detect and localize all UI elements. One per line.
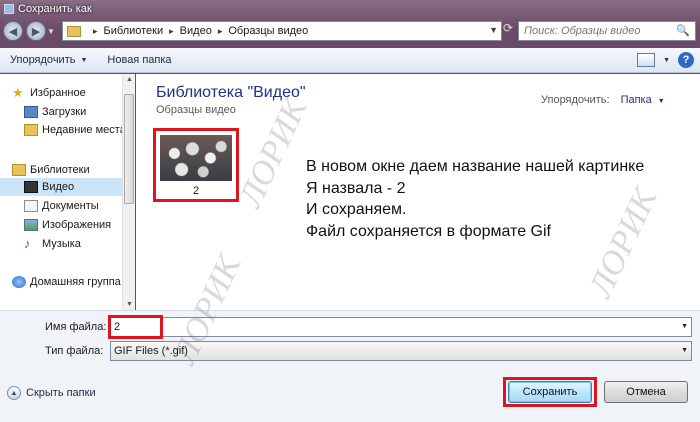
scroll-up-icon[interactable]: ▲ [126, 76, 133, 83]
highlight-box [108, 315, 163, 339]
chevron-down-icon[interactable]: ▼ [681, 347, 688, 354]
homegroup-icon [12, 276, 26, 288]
address-dropdown-icon[interactable]: ▼ [489, 25, 498, 35]
file-item-label: 2 [192, 185, 200, 197]
forward-button[interactable]: ▶ [26, 21, 46, 41]
history-dropdown-icon[interactable]: ▼ [46, 27, 56, 36]
save-button[interactable]: Сохранить [508, 381, 592, 403]
filetype-value: GIF Files (*.gif) [114, 345, 188, 357]
nav-item-pictures[interactable]: Изображения [24, 216, 111, 234]
change-view-icon[interactable] [637, 53, 656, 67]
view-dropdown-icon[interactable]: ▼ [663, 57, 670, 64]
nav-item-homegroup[interactable]: Домашняя группа [12, 273, 121, 291]
navigation-scrollbar[interactable]: ▲ ▼ [122, 74, 135, 310]
arrange-by: Упорядочить: Папка ▼ [541, 94, 665, 106]
title-bar: Сохранить как [0, 0, 700, 18]
annotation-line: Файл сохраняется в формате Gif [306, 222, 551, 240]
forward-arrow-icon: ▶ [31, 25, 41, 38]
filename-label: Имя файла: [45, 321, 107, 333]
back-button[interactable]: ◀ [3, 21, 23, 41]
documents-icon [24, 200, 38, 212]
image-thumbnail[interactable] [160, 135, 232, 181]
dialog-footer: ▲ Скрыть папки Сохранить Отмена [0, 368, 700, 422]
video-library-icon [24, 181, 38, 193]
organize-label: Упорядочить [10, 54, 76, 66]
folder-icon [67, 25, 81, 37]
window-icon [4, 4, 14, 14]
scrollbar-thumb[interactable] [124, 94, 134, 204]
arrange-value[interactable]: Папка [621, 94, 652, 106]
new-folder-label: Новая папка [107, 54, 172, 66]
search-box[interactable]: 🔍 [518, 21, 696, 41]
breadcrumb-video[interactable]: Видео [180, 25, 212, 37]
refresh-icon[interactable]: ⟳ [503, 21, 517, 41]
star-icon: ★ [12, 85, 24, 100]
pictures-icon [24, 219, 38, 231]
window-title: Сохранить как [18, 3, 92, 15]
chevron-down-icon: ▼ [80, 56, 88, 64]
annotation-line: В новом окне даем название нашей картинк… [306, 158, 645, 175]
watermark: ЛОРИК [232, 92, 315, 213]
dialog-window: Сохранить как ◀ ▶ ▼ ▸ Библиотеки ▸ Видео… [0, 0, 700, 422]
help-icon[interactable]: ? [678, 52, 694, 68]
libraries-icon [12, 164, 26, 176]
annotation-line: Я назвала - 2 [306, 179, 406, 197]
address-bar[interactable]: ▸ Библиотеки ▸ Видео ▸ Образцы видео ▼ [62, 21, 502, 41]
hide-folders-button[interactable]: ▲ Скрыть папки [7, 386, 96, 400]
scroll-down-icon[interactable]: ▼ [126, 301, 133, 308]
address-row: ◀ ▶ ▼ ▸ Библиотеки ▸ Видео ▸ Образцы вид… [0, 18, 700, 44]
filetype-select[interactable]: GIF Files (*.gif) ▼ [110, 341, 692, 361]
music-note-icon: ♪ [24, 236, 31, 251]
nav-item-downloads[interactable]: Загрузки [24, 103, 86, 121]
recent-places-icon [24, 124, 38, 136]
nav-item-documents[interactable]: Документы [24, 197, 99, 215]
toolbar: Упорядочить ▼ Новая папка ▼ ? [0, 48, 700, 73]
nav-item-music[interactable]: ♪ Музыка [24, 235, 81, 253]
chevron-up-icon: ▲ [7, 386, 21, 400]
library-subtitle: Образцы видео [156, 104, 236, 116]
chevron-down-icon[interactable]: ▼ [681, 323, 688, 330]
organize-button[interactable]: Упорядочить ▼ [0, 54, 97, 66]
filetype-label: Тип файла: [45, 345, 104, 357]
arrange-label: Упорядочить: [541, 94, 610, 106]
annotation-line: И сохраняем. [306, 201, 407, 218]
chevron-down-icon[interactable]: ▼ [658, 98, 665, 105]
file-item[interactable]: 2 [153, 128, 239, 202]
hide-folders-label: Скрыть папки [26, 387, 96, 399]
annotation-text: В новом окне даем название нашей картинк… [306, 156, 644, 242]
chevron-right-icon[interactable]: ▸ [93, 26, 98, 37]
save-form: Имя файла: 2 ▼ Тип файла: GIF Files (*.g… [0, 250, 700, 370]
filename-field[interactable]: 2 ▼ [110, 317, 692, 337]
chevron-right-icon[interactable]: ▸ [218, 26, 223, 37]
search-icon[interactable]: 🔍 [676, 24, 690, 37]
nav-libraries-header[interactable]: Библиотеки [12, 161, 90, 179]
cancel-button[interactable]: Отмена [604, 381, 688, 403]
file-list-pane: Библиотека "Видео" Образцы видео Упорядо… [136, 74, 700, 310]
breadcrumb-libraries[interactable]: Библиотеки [104, 25, 164, 37]
nav-item-video[interactable]: Видео [0, 178, 122, 196]
nav-item-recent-places[interactable]: Недавние места [24, 121, 126, 139]
chevron-right-icon[interactable]: ▸ [169, 26, 174, 37]
downloads-folder-icon [24, 106, 38, 118]
library-title: Библиотека "Видео" [156, 84, 306, 101]
breadcrumb-sample-videos[interactable]: Образцы видео [228, 25, 308, 37]
search-input[interactable] [524, 25, 674, 37]
new-folder-button[interactable]: Новая папка [97, 54, 181, 66]
back-arrow-icon: ◀ [8, 25, 18, 38]
navigation-pane: ★ Избранное Загрузки Недавние места Библ… [0, 74, 135, 310]
nav-favorites-header[interactable]: ★ Избранное [12, 84, 86, 102]
